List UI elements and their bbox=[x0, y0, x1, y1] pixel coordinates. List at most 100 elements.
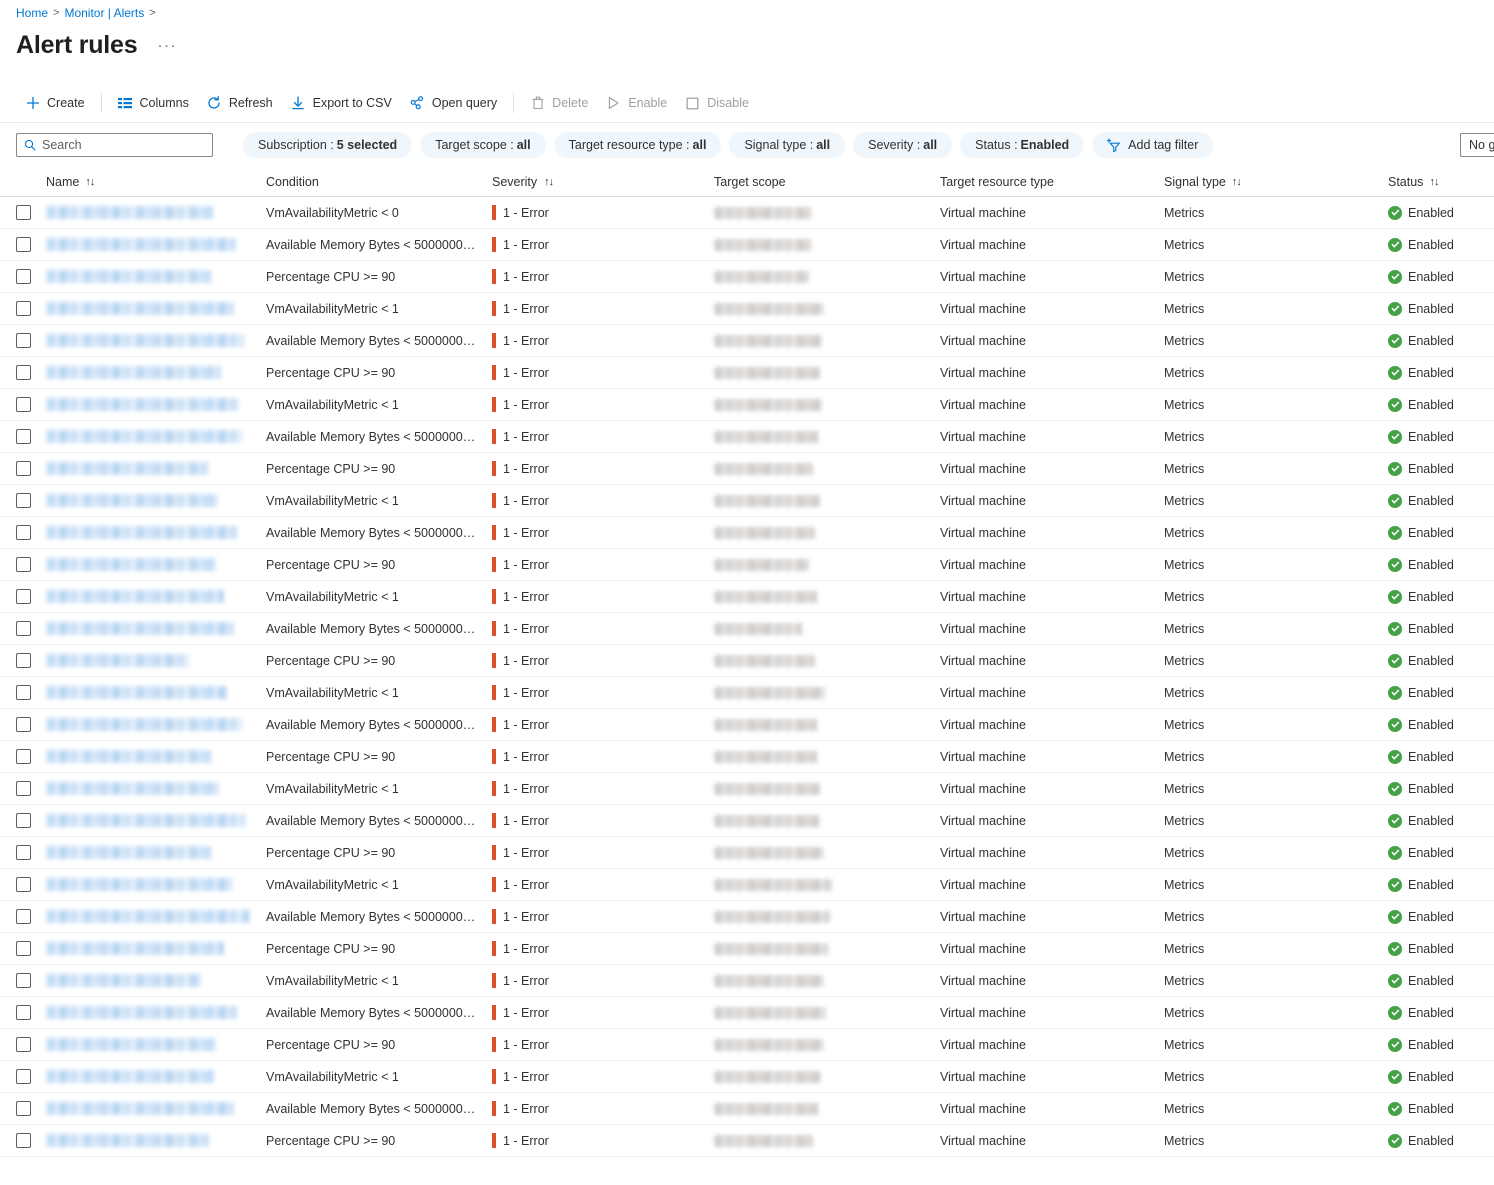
row-checkbox-cell[interactable] bbox=[0, 1005, 46, 1020]
row-checkbox[interactable] bbox=[15, 1005, 31, 1020]
row-checkbox-cell[interactable] bbox=[0, 717, 46, 732]
table-row[interactable]: VmAvailabilityMetric < 1 1 - Error Virtual… bbox=[0, 1061, 1494, 1093]
cell-name[interactable] bbox=[46, 942, 266, 955]
cell-name[interactable] bbox=[46, 1006, 266, 1019]
table-row[interactable]: VmAvailabilityMetric < 1 1 - Error Virtual… bbox=[0, 389, 1494, 421]
cell-name[interactable] bbox=[46, 910, 266, 923]
table-row[interactable]: Available Memory Bytes < 5000000… 1 - Err… bbox=[0, 325, 1494, 357]
row-checkbox-cell[interactable] bbox=[0, 845, 46, 860]
cell-name[interactable] bbox=[46, 1038, 266, 1051]
row-checkbox-cell[interactable] bbox=[0, 749, 46, 764]
table-row[interactable]: Available Memory Bytes < 5000000… 1 - Err… bbox=[0, 421, 1494, 453]
table-row[interactable]: VmAvailabilityMetric < 1 1 - Error Virtual… bbox=[0, 581, 1494, 613]
row-checkbox-cell[interactable] bbox=[0, 1101, 46, 1116]
row-checkbox[interactable] bbox=[15, 237, 31, 252]
row-checkbox[interactable] bbox=[15, 941, 31, 956]
cell-name[interactable] bbox=[46, 718, 266, 731]
table-row[interactable]: Available Memory Bytes < 5000000… 1 - Err… bbox=[0, 805, 1494, 837]
row-checkbox[interactable] bbox=[15, 653, 31, 668]
table-row[interactable]: Available Memory Bytes < 5000000… 1 - Err… bbox=[0, 517, 1494, 549]
cell-name[interactable] bbox=[46, 974, 266, 987]
row-checkbox-cell[interactable] bbox=[0, 909, 46, 924]
table-row[interactable]: VmAvailabilityMetric < 1 1 - Error Virtual… bbox=[0, 773, 1494, 805]
row-checkbox-cell[interactable] bbox=[0, 493, 46, 508]
table-row[interactable]: Percentage CPU >= 90 1 - Error Virtual mac… bbox=[0, 1029, 1494, 1061]
cell-name[interactable] bbox=[46, 334, 266, 347]
row-checkbox-cell[interactable] bbox=[0, 621, 46, 636]
cell-name[interactable] bbox=[46, 1134, 266, 1147]
table-row[interactable]: VmAvailabilityMetric < 0 1 - Error Virtual… bbox=[0, 197, 1494, 229]
add-tag-filter-button[interactable]: Add tag filter bbox=[1092, 132, 1214, 158]
create-button[interactable]: Create bbox=[16, 91, 94, 116]
cell-name[interactable] bbox=[46, 398, 266, 411]
cell-name[interactable] bbox=[46, 526, 266, 539]
row-checkbox-cell[interactable] bbox=[0, 813, 46, 828]
filter-status[interactable]: Status : Enabled bbox=[960, 132, 1085, 158]
row-checkbox[interactable] bbox=[15, 557, 31, 572]
cell-name[interactable] bbox=[46, 622, 266, 635]
row-checkbox[interactable] bbox=[15, 301, 31, 316]
row-checkbox-cell[interactable] bbox=[0, 1069, 46, 1084]
table-row[interactable]: Available Memory Bytes < 5000000… 1 - Err… bbox=[0, 709, 1494, 741]
table-row[interactable]: VmAvailabilityMetric < 1 1 - Error Virtual… bbox=[0, 965, 1494, 997]
filter-target-resource-type[interactable]: Target resource type : all bbox=[553, 132, 722, 158]
row-checkbox-cell[interactable] bbox=[0, 205, 46, 220]
table-row[interactable]: Percentage CPU >= 90 1 - Error Virtual mac… bbox=[0, 549, 1494, 581]
row-checkbox[interactable] bbox=[15, 461, 31, 476]
row-checkbox-cell[interactable] bbox=[0, 397, 46, 412]
refresh-button[interactable]: Refresh bbox=[198, 91, 282, 116]
filter-subscription[interactable]: Subscription : 5 selected bbox=[243, 132, 413, 158]
table-row[interactable]: Percentage CPU >= 90 1 - Error Virtual mac… bbox=[0, 357, 1494, 389]
row-checkbox[interactable] bbox=[15, 813, 31, 828]
row-checkbox[interactable] bbox=[15, 365, 31, 380]
cell-name[interactable] bbox=[46, 654, 266, 667]
row-checkbox-cell[interactable] bbox=[0, 461, 46, 476]
table-row[interactable]: Available Memory Bytes < 5000000… 1 - Err… bbox=[0, 613, 1494, 645]
row-checkbox[interactable] bbox=[15, 685, 31, 700]
row-checkbox[interactable] bbox=[15, 1101, 31, 1116]
cell-name[interactable] bbox=[46, 270, 266, 283]
cell-name[interactable] bbox=[46, 814, 266, 827]
row-checkbox-cell[interactable] bbox=[0, 365, 46, 380]
row-checkbox[interactable] bbox=[15, 845, 31, 860]
table-row[interactable]: VmAvailabilityMetric < 1 1 - Error Virtual… bbox=[0, 293, 1494, 325]
row-checkbox[interactable] bbox=[15, 205, 31, 220]
filter-target-scope[interactable]: Target scope : all bbox=[420, 132, 546, 158]
more-menu-icon[interactable]: ··· bbox=[153, 37, 181, 54]
row-checkbox-cell[interactable] bbox=[0, 269, 46, 284]
row-checkbox-cell[interactable] bbox=[0, 301, 46, 316]
row-checkbox[interactable] bbox=[15, 1037, 31, 1052]
column-header-name[interactable]: Name ↑↓ bbox=[46, 175, 266, 189]
cell-name[interactable] bbox=[46, 206, 266, 219]
cell-name[interactable] bbox=[46, 846, 266, 859]
row-checkbox[interactable] bbox=[15, 621, 31, 636]
export-to-csv-button[interactable]: Export to CSV bbox=[282, 91, 401, 116]
table-row[interactable]: VmAvailabilityMetric < 1 1 - Error Virtual… bbox=[0, 869, 1494, 901]
row-checkbox[interactable] bbox=[15, 877, 31, 892]
row-checkbox-cell[interactable] bbox=[0, 1133, 46, 1148]
row-checkbox[interactable] bbox=[15, 973, 31, 988]
table-row[interactable]: Percentage CPU >= 90 1 - Error Virtual mac… bbox=[0, 453, 1494, 485]
row-checkbox[interactable] bbox=[15, 909, 31, 924]
row-checkbox[interactable] bbox=[15, 429, 31, 444]
column-header-severity[interactable]: Severity ↑↓ bbox=[492, 175, 714, 189]
search-input[interactable] bbox=[42, 138, 205, 152]
row-checkbox-cell[interactable] bbox=[0, 941, 46, 956]
cell-name[interactable] bbox=[46, 494, 266, 507]
columns-button[interactable]: Columns bbox=[109, 91, 198, 116]
cell-name[interactable] bbox=[46, 302, 266, 315]
row-checkbox[interactable] bbox=[15, 333, 31, 348]
row-checkbox-cell[interactable] bbox=[0, 781, 46, 796]
cell-name[interactable] bbox=[46, 1070, 266, 1083]
table-row[interactable]: Percentage CPU >= 90 1 - Error Virtual mac… bbox=[0, 741, 1494, 773]
cell-name[interactable] bbox=[46, 590, 266, 603]
cell-name[interactable] bbox=[46, 782, 266, 795]
cell-name[interactable] bbox=[46, 462, 266, 475]
cell-name[interactable] bbox=[46, 878, 266, 891]
breadcrumb-item-home[interactable]: Home bbox=[16, 4, 48, 22]
cell-name[interactable] bbox=[46, 750, 266, 763]
table-row[interactable]: VmAvailabilityMetric < 1 1 - Error Virtual… bbox=[0, 485, 1494, 517]
row-checkbox-cell[interactable] bbox=[0, 685, 46, 700]
table-row[interactable]: Available Memory Bytes < 5000000… 1 - Err… bbox=[0, 229, 1494, 261]
column-header-status[interactable]: Status ↑↓ bbox=[1388, 175, 1494, 189]
